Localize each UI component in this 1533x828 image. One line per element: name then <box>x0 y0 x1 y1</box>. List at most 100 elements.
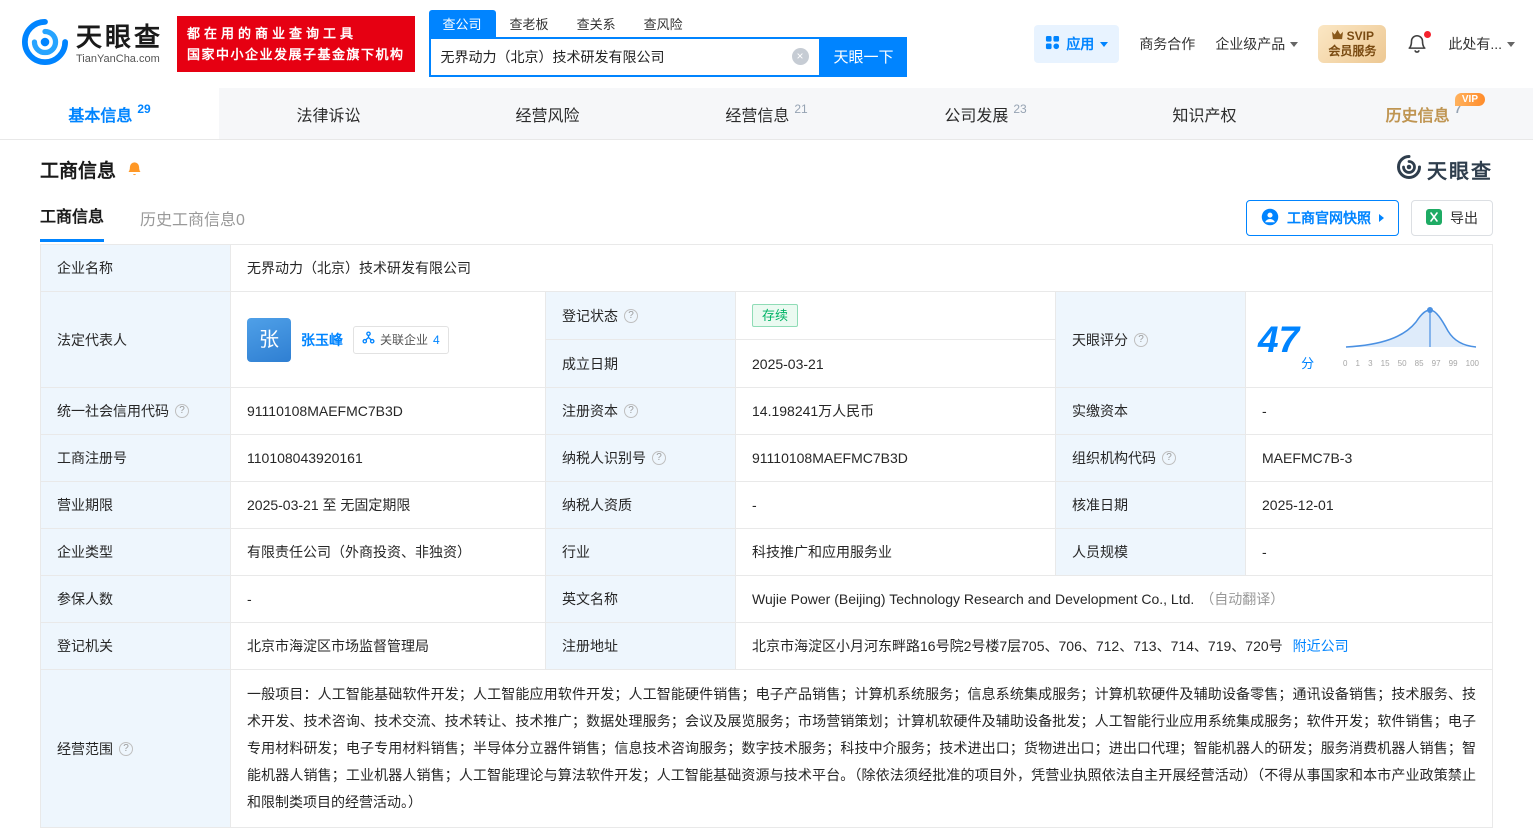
field-label-taxpayer-quality: 纳税人资质 <box>546 482 736 528</box>
chevron-down-icon <box>1100 42 1108 47</box>
taxpayer-quality-value: - <box>736 482 1056 528</box>
company-name-value: 无界动力（北京）技术研发有限公司 <box>231 245 1492 291</box>
score-distribution-chart: 0131550859799100 <box>1342 305 1480 375</box>
tianyancha-logo[interactable]: 天眼查 TianYanCha.com <box>22 19 163 70</box>
company-section-tabs: 基本信息29 法律诉讼 经营风险 经营信息21 公司发展23 知识产权 历史信息… <box>0 88 1533 140</box>
section-title: 工商信息 <box>40 156 116 183</box>
score-unit: 分 <box>1301 353 1314 375</box>
business-cooperation-link[interactable]: 商务合作 <box>1139 34 1195 54</box>
paid-capital-value: - <box>1246 388 1492 434</box>
business-term-value: 2025-03-21 至 无固定期限 <box>231 482 546 528</box>
reg-authority-value: 北京市海淀区市场监督管理局 <box>231 623 546 669</box>
svip-title: SVIP <box>1347 29 1374 44</box>
apps-menu-button[interactable]: 应用 <box>1034 25 1119 63</box>
field-label-reg-status: 登记状态 <box>546 292 736 339</box>
field-label-company-type: 企业类型 <box>41 529 231 575</box>
table-row-business-scope: 经营范围 一般项目：人工智能基础软件开发；人工智能应用软件开发；人工智能硬件销售… <box>41 670 1492 828</box>
watermark-text: 天眼查 <box>1427 155 1493 184</box>
apps-label: 应用 <box>1066 34 1094 54</box>
logo-cn-text: 天眼查 <box>76 23 163 52</box>
enterprise-products-link[interactable]: 企业级产品 <box>1215 34 1298 54</box>
search-input[interactable] <box>441 49 792 65</box>
header-nav: 应用 商务合作 企业级产品 SVIP 会员服务 此处有... <box>1034 25 1515 63</box>
field-label-establish-date: 成立日期 <box>546 340 736 387</box>
related-companies-tag[interactable]: 关联企业 4 <box>353 326 449 354</box>
clear-search-icon[interactable] <box>792 48 809 65</box>
insured-num-value: - <box>231 576 546 622</box>
help-icon[interactable] <box>175 404 189 418</box>
field-label-company-name: 企业名称 <box>41 245 231 291</box>
avatar: 张 <box>247 318 291 362</box>
user-account-menu[interactable]: 此处有... <box>1448 34 1515 54</box>
field-label-english-name: 英文名称 <box>546 576 736 622</box>
user-name: 此处有... <box>1448 34 1502 54</box>
help-icon[interactable] <box>624 404 638 418</box>
export-button[interactable]: 导出 <box>1411 200 1493 236</box>
subscribe-bell-icon[interactable] <box>126 161 143 178</box>
tab-legal-proceedings[interactable]: 法律诉讼 <box>219 88 438 139</box>
help-icon[interactable] <box>652 451 666 465</box>
table-row-reg-authority: 登记机关 北京市海淀区市场监督管理局 注册地址 北京市海淀区小月河东畔路16号院… <box>41 623 1492 670</box>
search-tab-company[interactable]: 查公司 <box>429 10 496 37</box>
legal-rep-value: 张 张玉峰 关联企业 4 <box>231 292 546 387</box>
tab-company-development[interactable]: 公司发展23 <box>876 88 1095 139</box>
official-snapshot-button[interactable]: 工商官网快照 <box>1246 200 1399 236</box>
table-row-company-name: 企业名称 无界动力（北京）技术研发有限公司 <box>41 245 1492 292</box>
help-icon[interactable] <box>624 309 638 323</box>
search-row: 天眼一下 <box>429 37 907 77</box>
field-label-legal-rep: 法定代表人 <box>41 292 231 387</box>
staff-size-value: - <box>1246 529 1492 575</box>
relation-graph-icon <box>362 329 375 351</box>
tab-operating-risk[interactable]: 经营风险 <box>438 88 657 139</box>
svip-subtitle: 会员服务 <box>1328 44 1376 58</box>
field-label-credit-code: 统一社会信用代码 <box>41 388 231 434</box>
search-area: 查公司 查老板 查关系 查风险 天眼一下 <box>429 12 907 77</box>
table-row-legal-rep: 法定代表人 张 张玉峰 关联企业 4 登记状态 <box>41 292 1492 388</box>
address-value: 北京市海淀区小月河东畔路16号院2号楼7层705、706、712、713、714… <box>736 623 1492 669</box>
table-row-establish-date: 成立日期 2025-03-21 <box>546 340 1056 387</box>
reg-status-value: 存续 <box>736 292 1056 339</box>
search-button[interactable]: 天眼一下 <box>821 37 907 77</box>
subtab-business-info[interactable]: 工商信息 <box>40 203 104 242</box>
tab-history-info[interactable]: 历史信息7 VIP <box>1314 88 1533 139</box>
legal-rep-link[interactable]: 张玉峰 <box>301 329 343 351</box>
search-tab-boss[interactable]: 查老板 <box>496 10 563 37</box>
table-row-company-type: 企业类型 有限责任公司（外商投资、非独资） 行业 科技推广和应用服务业 人员规模… <box>41 529 1492 576</box>
table-row-reg-no: 工商注册号 110108043920161 纳税人识别号 91110108MAE… <box>41 435 1492 482</box>
tab-basic-info[interactable]: 基本信息29 <box>0 88 219 139</box>
approve-date-value: 2025-12-01 <box>1246 482 1492 528</box>
table-row-reg-status: 登记状态 存续 <box>546 292 1056 340</box>
tianyancha-watermark: 天眼查 <box>1397 155 1493 184</box>
taxpayer-no-value: 91110108MAEFMC7B3D <box>736 435 1056 481</box>
status-badge: 存续 <box>752 304 798 327</box>
tab-intellectual-property[interactable]: 知识产权 <box>1095 88 1314 139</box>
help-icon[interactable] <box>119 742 133 756</box>
brand-slogan-badge: 都在用的商业查询工具 国家中小企业发展子基金旗下机构 <box>177 16 415 72</box>
crown-icon <box>1331 29 1344 44</box>
tab-operating-info[interactable]: 经营信息21 <box>657 88 876 139</box>
section-header: 工商信息 天眼查 <box>0 140 1533 198</box>
help-icon[interactable] <box>1134 333 1148 347</box>
search-box[interactable] <box>429 37 821 77</box>
table-row-insured-num: 参保人数 - 英文名称 Wujie Power (Beijing) Techno… <box>41 576 1492 623</box>
subtab-history-business-info[interactable]: 历史工商信息0 <box>140 206 245 242</box>
establish-date-value: 2025-03-21 <box>736 340 1056 387</box>
industry-value: 科技推广和应用服务业 <box>736 529 1056 575</box>
field-label-taxpayer-no: 纳税人识别号 <box>546 435 736 481</box>
help-icon[interactable] <box>1162 451 1176 465</box>
field-label-paid-capital: 实缴资本 <box>1056 388 1246 434</box>
reg-no-value: 110108043920161 <box>231 435 546 481</box>
business-info-table: 企业名称 无界动力（北京）技术研发有限公司 法定代表人 张 张玉峰 关联企业 4 <box>40 244 1493 828</box>
svip-member-button[interactable]: SVIP 会员服务 <box>1318 25 1386 63</box>
field-label-approve-date: 核准日期 <box>1056 482 1246 528</box>
search-tab-risk[interactable]: 查风险 <box>630 10 697 37</box>
notification-dot <box>1424 31 1431 38</box>
credit-code-value: 91110108MAEFMC7B3D <box>231 388 546 434</box>
nearby-companies-link[interactable]: 附近公司 <box>1293 635 1349 657</box>
person-circle-icon <box>1261 208 1279 229</box>
search-tab-relation[interactable]: 查关系 <box>563 10 630 37</box>
field-label-staff-size: 人员规模 <box>1056 529 1246 575</box>
chevron-down-icon <box>1290 42 1298 47</box>
notification-bell-icon[interactable] <box>1406 33 1428 55</box>
field-label-address: 注册地址 <box>546 623 736 669</box>
